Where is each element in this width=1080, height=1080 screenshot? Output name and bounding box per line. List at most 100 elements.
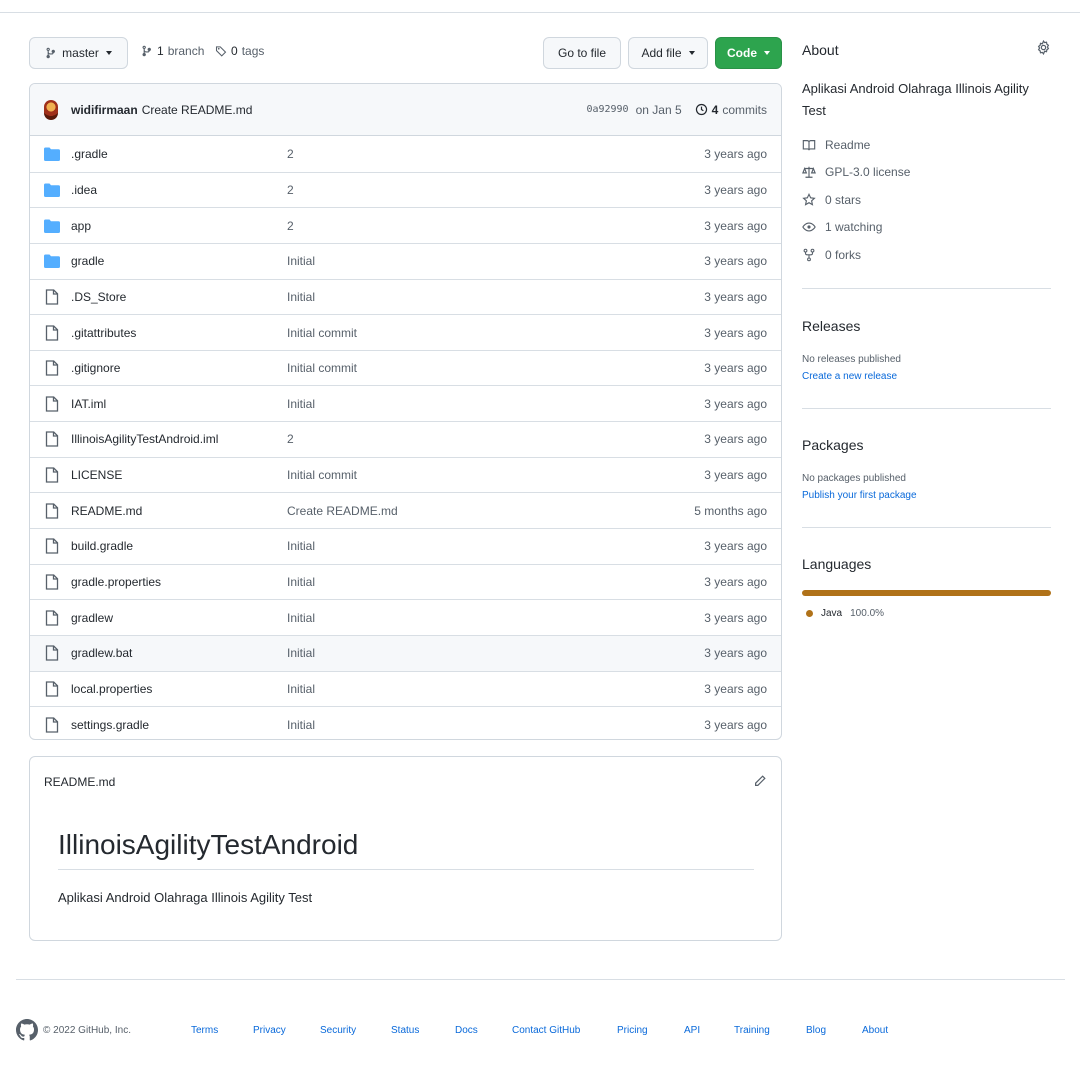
readme-link[interactable]: Readme: [802, 138, 870, 152]
file-commit-message[interactable]: Initial: [287, 397, 704, 411]
file-name-link[interactable]: build.gradle: [71, 539, 287, 553]
file-name-link[interactable]: IllinoisAgilityTestAndroid.iml: [71, 432, 287, 446]
file-name-link[interactable]: gradlew: [71, 611, 287, 625]
file-row[interactable]: IAT.iml Initial 3 years ago: [30, 385, 781, 421]
file-name-link[interactable]: README.md: [71, 504, 287, 518]
forks-link[interactable]: 0 forks: [802, 248, 861, 262]
file-row[interactable]: .gradle 2 3 years ago: [30, 136, 781, 172]
latest-commit-bar: widifirmaan Create README.md 0a92990 on …: [30, 84, 781, 136]
footer-link-training[interactable]: Training: [734, 1025, 770, 1036]
file-name-link[interactable]: LICENSE: [71, 468, 287, 482]
watchers-link[interactable]: 1 watching: [802, 220, 882, 234]
tags-link[interactable]: 0 tags: [215, 44, 264, 58]
file-row[interactable]: IllinoisAgilityTestAndroid.iml 2 3 years a…: [30, 421, 781, 457]
file-row[interactable]: gradle.properties Initial 3 years ago: [30, 563, 781, 600]
file-commit-message[interactable]: Initial: [287, 682, 704, 696]
file-row[interactable]: build.gradle Initial 3 years ago: [30, 528, 781, 564]
file-age: 3 years ago: [704, 361, 767, 376]
add-file-button[interactable]: Add file: [628, 37, 708, 69]
license-link[interactable]: GPL-3.0 license: [802, 165, 910, 179]
file-commit-message[interactable]: Initial: [287, 254, 704, 268]
footer-link-api[interactable]: API: [684, 1025, 700, 1036]
file-name-link[interactable]: .gitattributes: [71, 326, 287, 340]
file-commit-message[interactable]: Initial: [287, 575, 704, 589]
branches-link[interactable]: 1 branch: [141, 44, 204, 58]
code-button[interactable]: Code: [715, 37, 782, 69]
file-name-link[interactable]: settings.gradle: [71, 718, 287, 732]
file-row[interactable]: gradlew.bat Initial 3 years ago: [30, 634, 781, 671]
file-row[interactable]: settings.gradle Initial 3 years ago: [30, 706, 781, 739]
file-name-link[interactable]: app: [71, 219, 287, 233]
file-name-link[interactable]: gradle: [71, 254, 287, 268]
file-commit-message[interactable]: Initial: [287, 290, 704, 304]
create-release-link[interactable]: Create a new release: [802, 371, 897, 382]
file-row[interactable]: local.properties Initial 3 years ago: [30, 670, 781, 707]
go-to-file-button[interactable]: Go to file: [543, 37, 621, 69]
branch-select-button[interactable]: master: [29, 37, 128, 69]
file-browser: widifirmaan Create README.md 0a92990 on …: [29, 83, 782, 740]
meta-label: 0 stars: [825, 193, 862, 207]
file-name-link[interactable]: IAT.iml: [71, 397, 287, 411]
file-age: 3 years ago: [704, 146, 767, 161]
file-name-link[interactable]: .DS_Store: [71, 290, 287, 304]
avatar[interactable]: [44, 99, 58, 120]
file-commit-message[interactable]: 2: [287, 147, 704, 161]
commits-link[interactable]: 4 commits: [695, 103, 767, 117]
footer-link-status[interactable]: Status: [391, 1025, 419, 1036]
file-icon: [44, 289, 60, 305]
readme-body: Aplikasi Android Olahraga Illinois Agili…: [58, 890, 313, 905]
packages-empty-text: No packages published: [802, 473, 906, 484]
file-commit-message[interactable]: 2: [287, 183, 704, 197]
file-row[interactable]: .gitignore Initial commit 3 years ago: [30, 349, 781, 386]
commit-sha[interactable]: 0a92990: [586, 104, 628, 115]
file-age: 3 years ago: [704, 325, 767, 340]
file-name-link[interactable]: local.properties: [71, 682, 287, 696]
file-row[interactable]: app 2 3 years ago: [30, 207, 781, 243]
footer-link-docs[interactable]: Docs: [455, 1025, 478, 1036]
file-name-link[interactable]: .gitignore: [71, 361, 287, 375]
file-commit-message[interactable]: Initial commit: [287, 361, 704, 375]
folder-icon: [44, 253, 60, 269]
file-commit-message[interactable]: Initial: [287, 611, 704, 625]
file-row[interactable]: gradlew Initial 3 years ago: [30, 599, 781, 635]
file-row[interactable]: .DS_Store Initial 3 years ago: [30, 278, 781, 315]
file-commit-message[interactable]: 2: [287, 219, 704, 233]
stars-link[interactable]: 0 stars: [802, 193, 861, 207]
file-name-link[interactable]: gradle.properties: [71, 575, 287, 589]
footer-link-about[interactable]: About: [862, 1025, 888, 1036]
publish-package-link[interactable]: Publish your first package: [802, 490, 917, 501]
packages-title[interactable]: Packages: [802, 437, 863, 453]
file-commit-message[interactable]: Initial commit: [287, 468, 704, 482]
file-name-link[interactable]: gradlew.bat: [71, 646, 287, 660]
pencil-icon[interactable]: [753, 774, 767, 791]
folder-icon: [44, 218, 60, 234]
file-commit-message[interactable]: Create README.md: [287, 504, 694, 518]
footer-link-terms[interactable]: Terms: [191, 1025, 218, 1036]
readme-panel: README.md IllinoisAgilityTestAndroid Apl…: [29, 756, 782, 941]
commit-author[interactable]: widifirmaan: [71, 103, 138, 117]
footer-link-security[interactable]: Security: [320, 1025, 356, 1036]
language-item[interactable]: Java 100.0%: [806, 608, 884, 619]
file-row[interactable]: .idea 2 3 years ago: [30, 171, 781, 208]
footer-link-privacy[interactable]: Privacy: [253, 1025, 286, 1036]
file-name-link[interactable]: .gradle: [71, 147, 287, 161]
file-commit-message[interactable]: Initial commit: [287, 326, 704, 340]
footer-link-contact[interactable]: Contact GitHub: [512, 1025, 580, 1036]
commit-date: on Jan 5: [635, 102, 682, 117]
file-row[interactable]: LICENSE Initial commit 3 years ago: [30, 456, 781, 493]
file-row[interactable]: gradle Initial 3 years ago: [30, 242, 781, 279]
file-commit-message[interactable]: Initial: [287, 646, 704, 660]
releases-title[interactable]: Releases: [802, 318, 860, 334]
file-commit-message[interactable]: Initial: [287, 718, 704, 732]
file-commit-message[interactable]: Initial: [287, 539, 704, 553]
commit-message[interactable]: Create README.md: [142, 103, 253, 117]
file-row[interactable]: README.md Create README.md 5 months ago: [30, 492, 781, 528]
file-commit-message[interactable]: 2: [287, 432, 704, 446]
gear-icon[interactable]: [1036, 39, 1051, 58]
github-logo-icon[interactable]: [16, 1019, 38, 1041]
readme-filename[interactable]: README.md: [44, 775, 115, 789]
file-row[interactable]: .gitattributes Initial commit 3 years ago: [30, 314, 781, 350]
footer-link-blog[interactable]: Blog: [806, 1025, 826, 1036]
footer-link-pricing[interactable]: Pricing: [617, 1025, 648, 1036]
file-name-link[interactable]: .idea: [71, 183, 287, 197]
